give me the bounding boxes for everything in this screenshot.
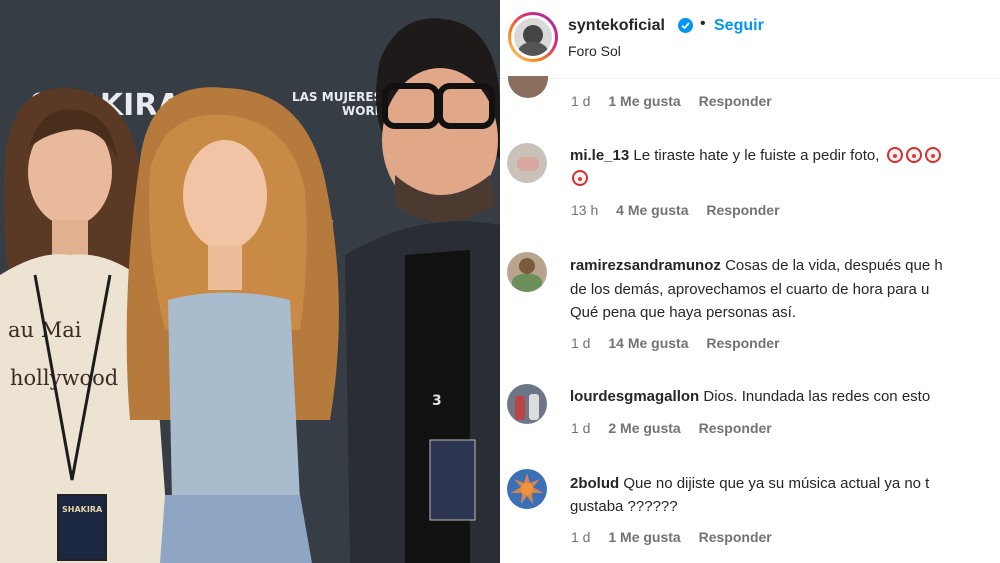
comment-avatar[interactable]	[508, 76, 548, 98]
clown-emoji-icon	[905, 147, 922, 163]
post-username[interactable]: syntekoficial	[568, 17, 665, 35]
story-ring[interactable]	[508, 12, 558, 62]
comment-username[interactable]: ramirezsandramunoz	[570, 257, 721, 274]
comment-likes[interactable]: 1 Me gusta	[608, 529, 680, 545]
comment-avatar[interactable]	[507, 143, 547, 183]
comment-time: 1 d	[571, 529, 591, 545]
comment-body: mi.le_13 Le tiraste hate y le fuiste a p…	[570, 145, 995, 166]
comment-time: 1 d	[571, 420, 591, 436]
backdrop-text-2a: LAS MUJERES	[292, 90, 382, 104]
post-header: syntekoficial • Seguir Foro Sol	[500, 0, 1000, 79]
clown-emoji-icon	[572, 170, 588, 188]
verified-badge-icon	[678, 18, 693, 33]
comment-avatar[interactable]	[507, 469, 547, 509]
comment-body: 2bolud Que no dijiste que ya su música a…	[570, 473, 1000, 494]
comment-text: Dios. Inundada las redes con esto	[703, 388, 931, 405]
shirt-number: 3	[432, 393, 442, 409]
comment-meta: 1 d 14 Me gusta Responder	[571, 335, 794, 351]
comment-body: ramirezsandramunoz Cosas de la vida, des…	[570, 255, 1000, 276]
comment-text: Le tiraste hate y le fuiste a pedir foto…	[633, 147, 880, 164]
comment-body: lourdesgmagallon Dios. Inundada las rede…	[570, 386, 1000, 407]
post-location[interactable]: Foro Sol	[568, 43, 621, 59]
comment-likes[interactable]: 1 Me gusta	[608, 93, 680, 109]
follow-button[interactable]: Seguir	[714, 17, 764, 35]
photo-illustration: SHAKIRA LAS MUJERES WORLD AN au Mai holl…	[0, 0, 500, 563]
comment-text-line-2: de los demás, aprovechamos el cuarto de …	[570, 281, 930, 298]
comment-avatar[interactable]	[507, 252, 547, 292]
reply-button[interactable]: Responder	[699, 529, 772, 545]
comment-text: Que no dijiste que ya su música actual y…	[623, 475, 930, 492]
badge-text: SHAKIRA	[62, 505, 103, 514]
comment-username[interactable]: 2bolud	[570, 475, 619, 492]
reply-button[interactable]: Responder	[699, 93, 772, 109]
reply-button[interactable]: Responder	[706, 335, 779, 351]
comment-time: 13 h	[571, 202, 599, 218]
comment-meta: 1 d 1 Me gusta Responder	[571, 529, 786, 545]
comment-likes[interactable]: 14 Me gusta	[608, 335, 688, 351]
comment-likes[interactable]: 4 Me gusta	[616, 202, 688, 218]
comments-panel: syntekoficial • Seguir Foro Sol 1 d 1 Me…	[500, 0, 1000, 563]
clown-emoji-icon	[886, 147, 903, 163]
reply-button[interactable]: Responder	[699, 420, 772, 436]
comment-username[interactable]: lourdesgmagallon	[570, 388, 699, 405]
avatar	[514, 18, 552, 56]
comment-meta: 1 d 2 Me gusta Responder	[571, 420, 786, 436]
comment-username[interactable]: mi.le_13	[570, 147, 629, 164]
header-separator: •	[700, 15, 706, 32]
clown-emoji-icon	[924, 147, 941, 163]
comment-likes[interactable]: 2 Me gusta	[608, 420, 680, 436]
comment-text-line-3: Qué pena que haya personas así.	[570, 304, 796, 321]
shirt-text-2: hollywood	[10, 366, 118, 390]
comment-meta: 13 h 4 Me gusta Responder	[571, 202, 794, 218]
comment-avatar[interactable]	[507, 384, 547, 424]
comment-meta: 1 d 1 Me gusta Responder	[571, 93, 786, 109]
comment-time: 1 d	[571, 93, 591, 109]
reply-button[interactable]: Responder	[706, 202, 779, 218]
comment-text-line-2: gustaba ??????	[570, 498, 678, 515]
post-photo: SHAKIRA LAS MUJERES WORLD AN au Mai holl…	[0, 0, 500, 563]
comment-time: 1 d	[571, 335, 591, 351]
comment-text: Cosas de la vida, después que h	[725, 257, 943, 274]
